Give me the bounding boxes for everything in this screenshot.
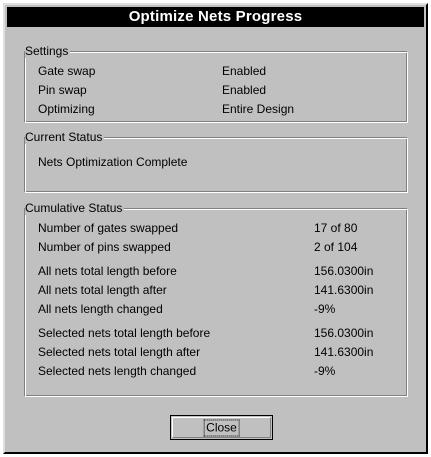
current-status-group-label: Current Status <box>25 130 105 144</box>
optimizing-value: Entire Design <box>222 102 295 116</box>
selected-nets-length-after-row: Selected nets total length after 141.630… <box>38 344 403 360</box>
pins-swapped-value: 2 of 104 <box>314 240 358 254</box>
gates-swapped-row: Number of gates swapped 17 of 80 <box>38 220 403 236</box>
pins-swapped-row: Number of pins swapped 2 of 104 <box>38 239 403 255</box>
selected-nets-length-before-value: 156.0300in <box>314 326 374 340</box>
selected-nets-length-changed-row: Selected nets length changed -9% <box>38 363 403 379</box>
cumulative-status-group: Cumulative Status Number of gates swappe… <box>24 201 408 397</box>
current-status-text: Nets Optimization Complete <box>38 155 188 169</box>
all-nets-length-after-row: All nets total length after 141.6300in <box>38 282 403 298</box>
gates-swapped-value: 17 of 80 <box>314 221 358 235</box>
optimize-nets-dialog: Optimize Nets Progress Settings Gate swa… <box>3 3 428 454</box>
dialog-title: Optimize Nets Progress <box>7 7 424 27</box>
cumulative-status-group-label: Cumulative Status <box>25 201 125 215</box>
selected-nets-length-changed-value: -9% <box>314 364 336 378</box>
current-status-group: Current Status Nets Optimization Complet… <box>24 130 408 193</box>
all-nets-length-after-value: 141.6300in <box>314 283 374 297</box>
gates-swapped-label: Number of gates swapped <box>38 221 179 235</box>
all-nets-length-after-label: All nets total length after <box>38 283 167 297</box>
settings-row-pin-swap: Pin swap Enabled <box>38 82 403 98</box>
close-button[interactable]: Close <box>170 415 273 440</box>
all-nets-length-before-row: All nets total length before 156.0300in <box>38 263 403 279</box>
settings-row-gate-swap: Gate swap Enabled <box>38 63 403 79</box>
selected-nets-length-after-label: Selected nets total length after <box>38 345 201 359</box>
current-status-message: Nets Optimization Complete <box>38 154 403 170</box>
settings-group-label: Settings <box>25 44 71 58</box>
optimizing-label: Optimizing <box>38 102 95 116</box>
all-nets-length-changed-label: All nets length changed <box>38 302 163 316</box>
all-nets-length-before-label: All nets total length before <box>38 264 177 278</box>
pin-swap-value: Enabled <box>222 83 267 97</box>
pins-swapped-label: Number of pins swapped <box>38 240 171 254</box>
selected-nets-length-before-label: Selected nets total length before <box>38 326 211 340</box>
close-button-label: Close <box>203 419 240 436</box>
all-nets-length-changed-row: All nets length changed -9% <box>38 301 403 317</box>
gate-swap-value: Enabled <box>222 64 267 78</box>
gate-swap-label: Gate swap <box>38 64 96 78</box>
selected-nets-length-before-row: Selected nets total length before 156.03… <box>38 325 403 341</box>
all-nets-length-before-value: 156.0300in <box>314 264 374 278</box>
pin-swap-label: Pin swap <box>38 83 87 97</box>
settings-group: Settings Gate swap Enabled Pin swap Enab… <box>24 44 408 123</box>
selected-nets-length-after-value: 141.6300in <box>314 345 374 359</box>
all-nets-length-changed-value: -9% <box>314 302 336 316</box>
selected-nets-length-changed-label: Selected nets length changed <box>38 364 197 378</box>
settings-row-optimizing: Optimizing Entire Design <box>38 101 403 117</box>
